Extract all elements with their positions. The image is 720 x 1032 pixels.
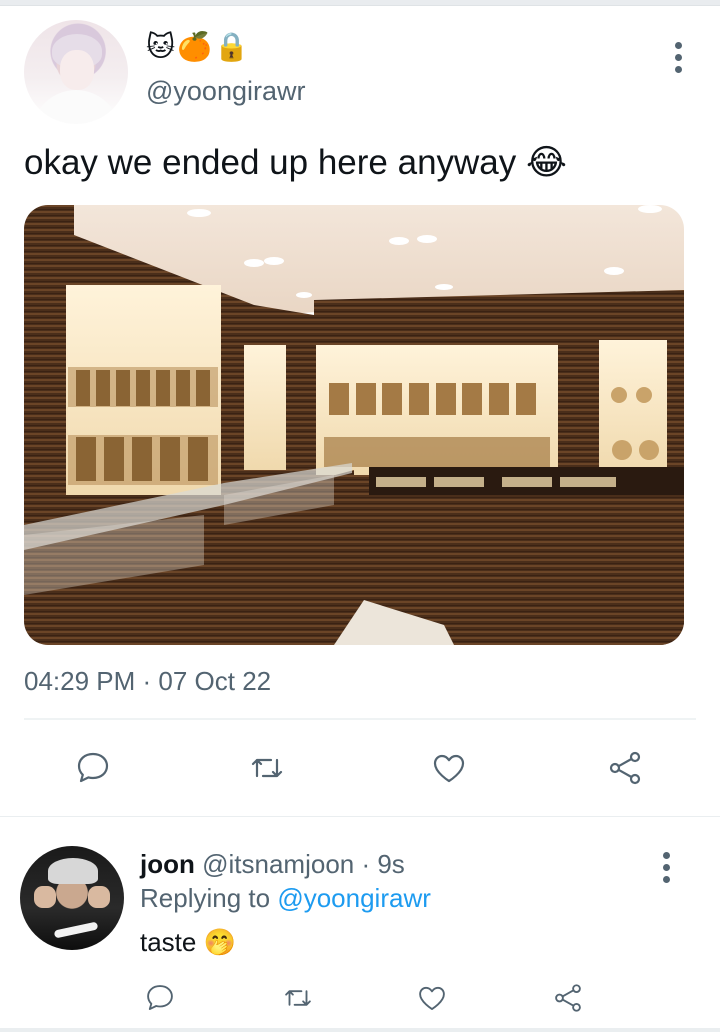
reply-more-options-icon[interactable] <box>662 852 670 883</box>
author-avatar[interactable] <box>24 20 128 124</box>
more-options-icon[interactable] <box>674 42 682 73</box>
replying-to: Replying to @yoongirawr <box>140 882 431 914</box>
divider <box>24 718 696 720</box>
reply-share-icon[interactable] <box>548 978 588 1018</box>
reply-avatar[interactable] <box>20 846 124 950</box>
comment-icon[interactable] <box>70 746 116 790</box>
like-icon[interactable] <box>426 746 472 790</box>
top-divider <box>0 0 720 6</box>
reply-like-icon[interactable] <box>412 978 452 1018</box>
reply-author-name[interactable]: joon <box>140 849 195 879</box>
reply-comment-icon[interactable] <box>140 978 180 1018</box>
reply-header: joon @itsnamjoon · 9s <box>140 848 405 880</box>
reply-text: taste 🤭 <box>140 927 236 957</box>
tweet-text: okay we ended up here anyway 😂 <box>24 143 567 182</box>
replying-mention-link[interactable]: @yoongirawr <box>277 883 431 913</box>
tweet-photo[interactable] <box>24 205 684 645</box>
reply-author-meta: @itsnamjoon · 9s <box>202 849 405 879</box>
tweet-timestamp: 04:29 PM · 07 Oct 22 <box>24 666 272 696</box>
reply-retweet-icon[interactable] <box>278 978 318 1018</box>
divider <box>0 816 720 817</box>
replying-label: Replying to <box>140 883 271 913</box>
share-icon[interactable] <box>602 746 648 790</box>
author-display-name[interactable]: 🐱🍊🔒 <box>146 30 251 64</box>
author-handle[interactable]: @yoongirawr <box>146 76 305 107</box>
bottom-divider <box>0 1028 720 1032</box>
retweet-icon[interactable] <box>244 746 290 790</box>
